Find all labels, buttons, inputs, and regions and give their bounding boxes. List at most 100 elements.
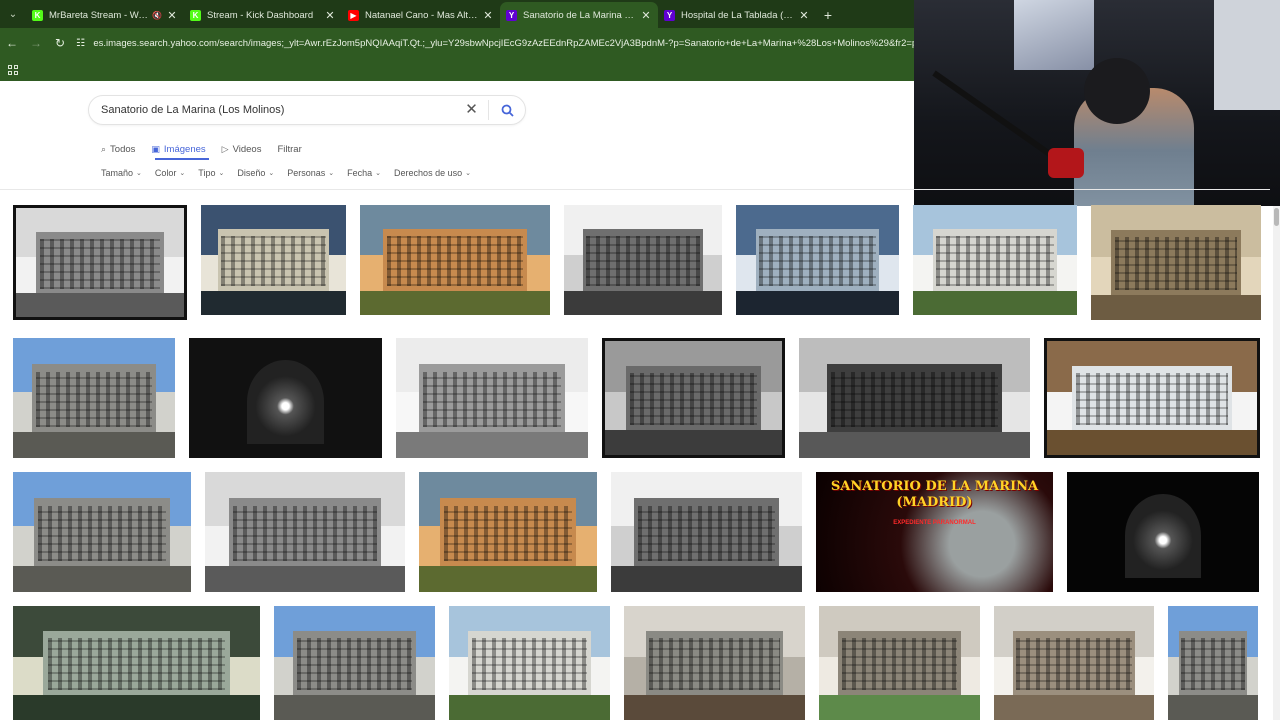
image-row [13, 606, 1272, 720]
vertical-tab-label: Filtrar [277, 143, 302, 155]
thumbnail-ground [624, 694, 805, 720]
filter-dropdown[interactable]: Personas ⌄ [287, 168, 334, 178]
image-result-thumbnail[interactable] [1067, 472, 1259, 592]
thumbnail-windows [47, 637, 226, 691]
reload-icon[interactable]: ↻ [48, 28, 72, 58]
chevron-down-icon: ⌄ [375, 170, 382, 177]
thumbnail-windows [586, 235, 700, 287]
thumbnail-windows [841, 637, 958, 691]
browser-tab[interactable]: K MrBareta Stream - Watch Li🔇 ✕ [26, 2, 184, 28]
chevron-down-icon: ⌄ [465, 170, 471, 177]
image-result-thumbnail[interactable] [611, 472, 802, 592]
clear-search-icon[interactable]: ✕ [455, 100, 489, 120]
close-tab-icon[interactable]: ✕ [324, 9, 336, 22]
yahoo-icon: Y [664, 9, 675, 21]
thumbnail-windows [831, 371, 998, 427]
image-result-thumbnail[interactable] [13, 205, 187, 320]
image-result-thumbnail[interactable] [1091, 205, 1261, 320]
thumbnail-windows [935, 235, 1055, 287]
tab-filtrar[interactable]: Filtrar [277, 144, 301, 155]
image-result-thumbnail[interactable] [13, 472, 191, 592]
scrollbar-thumb[interactable] [1274, 208, 1279, 226]
close-tab-icon[interactable]: ✕ [798, 9, 810, 22]
muted-audio-icon[interactable]: 🔇 [152, 11, 162, 20]
streamer-head [1084, 58, 1150, 124]
image-result-thumbnail[interactable] [360, 205, 550, 315]
search-button[interactable] [489, 104, 525, 117]
filter-dropdown[interactable]: Color ⌄ [155, 168, 185, 178]
thumbnail-ground [396, 431, 588, 458]
active-tab-underline [155, 158, 209, 160]
image-result-thumbnail[interactable]: SANATORIO DE LA MARINA (MADRID) EXPEDIENT… [816, 472, 1053, 592]
page-scrollbar[interactable] [1273, 206, 1280, 720]
browser-tab[interactable]: Y Sanatorio de La Marina (Los M ✕ [500, 2, 658, 28]
tab-title: MrBareta Stream - Watch Li [49, 9, 149, 21]
image-result-thumbnail[interactable] [994, 606, 1154, 720]
tab-title: Natanael Cano - Mas Altas Qu [365, 9, 478, 21]
tab-imgenes[interactable]: ▣ Imágenes [151, 144, 205, 155]
thumbnail-windows [386, 235, 524, 287]
thumbnail-ground [994, 694, 1154, 720]
thumbnail-windows [37, 505, 167, 561]
thumbnail-ground [799, 431, 1030, 458]
webcam-overlay [914, 0, 1280, 206]
image-result-thumbnail[interactable] [419, 472, 597, 592]
image-result-thumbnail[interactable] [205, 472, 405, 592]
tab-title: Hospital de La Tablada (Guada [681, 9, 794, 21]
image-result-thumbnail[interactable] [624, 606, 805, 720]
new-tab-button[interactable]: + [816, 2, 840, 28]
chevron-down-icon: ⌄ [136, 170, 142, 177]
close-tab-icon[interactable]: ✕ [166, 9, 178, 22]
thumbnail-ground [605, 429, 782, 455]
image-result-thumbnail[interactable] [449, 606, 610, 720]
image-result-thumbnail[interactable] [1044, 338, 1260, 458]
image-result-thumbnail[interactable] [736, 205, 899, 315]
site-info-icon[interactable]: ☷ [76, 38, 93, 49]
thumbnail-windows [296, 637, 413, 691]
tab-videos[interactable]: ▷ Videos [222, 144, 262, 155]
apps-grid-icon[interactable] [8, 64, 18, 75]
image-result-thumbnail[interactable] [1168, 606, 1258, 720]
thumbnail-ground [1091, 294, 1261, 320]
forward-icon[interactable]: → [24, 28, 48, 58]
thumbnail-ground [419, 565, 597, 592]
thumbnail-windows [758, 235, 877, 287]
thumbnail-windows [35, 371, 153, 427]
image-result-thumbnail[interactable] [819, 606, 980, 720]
thumbnail-windows [233, 505, 377, 561]
thumbnail-ground [13, 431, 175, 458]
browser-tab[interactable]: ▶ Natanael Cano - Mas Altas Qu ✕ [342, 2, 500, 28]
filter-dropdown[interactable]: Tipo ⌄ [198, 168, 224, 178]
image-icon: ▣ [151, 143, 160, 154]
thumbnail-ground [913, 290, 1077, 315]
close-tab-icon[interactable]: ✕ [640, 9, 652, 22]
image-result-thumbnail[interactable] [913, 205, 1077, 315]
image-result-thumbnail[interactable] [13, 338, 175, 458]
filter-dropdown[interactable]: Fecha ⌄ [347, 168, 381, 178]
image-result-thumbnail[interactable] [564, 205, 722, 315]
thumbnail-ground [736, 290, 899, 315]
thumbnail-windows [1180, 637, 1246, 691]
image-result-thumbnail[interactable] [274, 606, 435, 720]
tab-todos[interactable]: ⌕ Todos [101, 144, 135, 155]
search-input[interactable] [89, 104, 455, 116]
close-tab-icon[interactable]: ✕ [482, 9, 494, 22]
thumbnail-ground [1168, 694, 1258, 720]
thumbnail-ground [564, 290, 722, 315]
image-result-thumbnail[interactable] [396, 338, 588, 458]
image-result-thumbnail[interactable] [189, 338, 382, 458]
chevron-down-icon: ⌄ [268, 170, 275, 177]
filter-dropdown[interactable]: Derechos de uso ⌄ [394, 168, 471, 178]
address-bar[interactable]: ☷ es.images.search.yahoo.com/search/imag… [76, 32, 914, 54]
filter-dropdown[interactable]: Diseño ⌄ [237, 168, 274, 178]
image-result-thumbnail[interactable] [13, 606, 260, 720]
browser-tab[interactable]: Y Hospital de La Tablada (Guada ✕ [658, 2, 816, 28]
browser-tab[interactable]: K Stream - Kick Dashboard ✕ [184, 2, 342, 28]
tab-search-icon[interactable]: ⌄ [0, 0, 26, 28]
image-result-thumbnail[interactable] [602, 338, 785, 458]
filter-dropdown[interactable]: Tamaño ⌄ [101, 168, 142, 178]
image-result-thumbnail[interactable] [201, 205, 346, 315]
image-result-thumbnail[interactable] [799, 338, 1030, 458]
filter-label: Tamaño [101, 168, 134, 178]
back-icon[interactable]: ← [0, 28, 24, 58]
